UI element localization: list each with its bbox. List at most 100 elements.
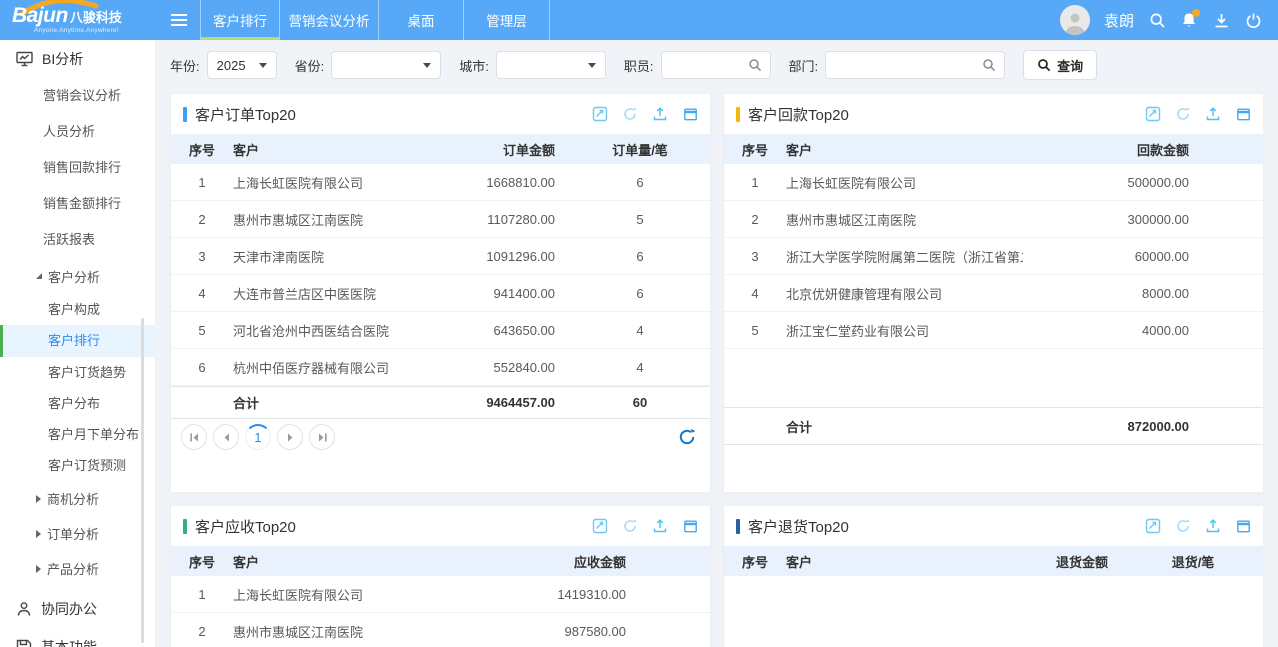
row-count: 6 — [570, 175, 710, 190]
pager-next-button[interactable] — [277, 424, 303, 450]
pager-prev-button[interactable] — [213, 424, 239, 450]
maximize-icon[interactable] — [1235, 518, 1251, 534]
maximize-icon[interactable] — [682, 106, 698, 122]
panel-customer-orders: 客户订单Top20 序号 客户 订单金额 订单量/笔 1 — [170, 93, 711, 493]
download-icon[interactable] — [1212, 11, 1230, 29]
brand-name-cn: 八骏科技 — [70, 7, 122, 26]
pager-current-page[interactable]: 1 — [245, 424, 271, 450]
row-amount: 60000.00 — [1023, 249, 1263, 264]
dept-input[interactable] — [825, 51, 1005, 79]
chart-view-icon[interactable] — [1145, 106, 1161, 122]
sidebar-item-customer-ranking[interactable]: 客户排行 — [0, 325, 155, 357]
refresh-icon[interactable] — [1175, 106, 1191, 122]
power-icon[interactable] — [1244, 11, 1262, 29]
sidebar-item-active-reports[interactable]: 活跃报表 — [0, 222, 155, 258]
sidebar-group-customer-analysis[interactable]: 客户分析 — [0, 258, 155, 294]
row-count: 6 — [570, 249, 710, 264]
refresh-icon[interactable] — [622, 106, 638, 122]
expanded-triangle-icon — [36, 273, 42, 279]
table-row: 5 河北省沧州中西医结合医院 643650.00 4 — [171, 312, 710, 349]
notification-bell-icon[interactable] — [1180, 11, 1198, 29]
query-button[interactable]: 查询 — [1023, 50, 1097, 80]
refresh-icon[interactable] — [1175, 518, 1191, 534]
sidebar-item-sales-payment-ranking[interactable]: 销售回款排行 — [0, 150, 155, 186]
sidebar-item-basic-functions[interactable]: 基本功能 — [0, 628, 155, 647]
collapsed-triangle-icon — [36, 495, 41, 503]
panel-title: 客户回款Top20 — [748, 104, 849, 125]
pager-first-button[interactable] — [181, 424, 207, 450]
top-navbar: Bajun 八骏科技 Anyone,Anytime,Anywhere! 客户排行… — [0, 0, 1278, 40]
table-header: 序号 客户 回款金额 — [724, 134, 1263, 164]
year-select[interactable]: 2025 — [207, 51, 277, 79]
year-label: 年份: — [170, 56, 200, 75]
row-index: 2 — [171, 212, 233, 227]
sidebar-item-marketing-meeting-analysis[interactable]: 营销会议分析 — [0, 78, 155, 114]
sidebar-item-customer-distribution[interactable]: 客户分布 — [0, 388, 155, 419]
sidebar-group-order-analysis[interactable]: 订单分析 — [0, 516, 155, 551]
row-customer: 北京优妍健康管理有限公司 — [786, 284, 1023, 303]
tab-marketing-meeting[interactable]: 营销会议分析 — [280, 0, 379, 40]
sidebar-item-personnel-analysis[interactable]: 人员分析 — [0, 114, 155, 150]
brand-logo[interactable]: Bajun 八骏科技 Anyone,Anytime,Anywhere! — [0, 0, 158, 40]
row-index: 3 — [724, 249, 786, 264]
row-customer: 大连市普兰店区中医医院 — [233, 284, 395, 303]
menu-icon[interactable] — [158, 0, 200, 40]
sidebar-item-sales-amount-ranking[interactable]: 销售金额排行 — [0, 186, 155, 222]
export-icon[interactable] — [652, 106, 668, 122]
row-count: 5 — [570, 212, 710, 227]
total-label: 合计 — [786, 417, 1023, 436]
tab-desktop[interactable]: 桌面 — [379, 0, 464, 40]
panel-accent-bar — [183, 519, 187, 534]
dept-input-field[interactable] — [834, 58, 982, 73]
chart-view-icon[interactable] — [592, 518, 608, 534]
export-icon[interactable] — [1205, 518, 1221, 534]
chart-view-icon[interactable] — [592, 106, 608, 122]
staff-input-field[interactable] — [670, 58, 748, 73]
row-index: 4 — [171, 286, 233, 301]
filter-bar: 年份: 2025 省份: 城市: 职员: 部门: — [170, 47, 1264, 83]
row-index: 5 — [171, 323, 233, 338]
row-count: 4 — [570, 323, 710, 338]
row-customer: 杭州中佰医疗器械有限公司 — [233, 358, 395, 377]
row-amount: 987580.00 — [470, 624, 710, 639]
row-amount: 941400.00 — [395, 286, 570, 301]
sidebar-scrollbar[interactable] — [141, 318, 144, 643]
table-row: 4 大连市普兰店区中医医院 941400.00 6 — [171, 275, 710, 312]
row-amount: 1668810.00 — [395, 175, 570, 190]
row-customer: 惠州市惠城区江南医院 — [233, 622, 470, 641]
sidebar-item-collaborative-office[interactable]: 协同办公 — [0, 590, 155, 628]
chart-view-icon[interactable] — [1145, 518, 1161, 534]
pager-last-button[interactable] — [309, 424, 335, 450]
panel-header: 客户回款Top20 — [724, 94, 1263, 134]
maximize-icon[interactable] — [1235, 106, 1251, 122]
province-select[interactable] — [331, 51, 441, 79]
chevron-down-icon — [423, 63, 431, 68]
sidebar-item-bi-analysis[interactable]: BI分析 — [0, 40, 155, 78]
table-row: 2 惠州市惠城区江南医院 300000.00 — [724, 201, 1263, 238]
staff-label: 职员: — [624, 56, 654, 75]
row-amount: 4000.00 — [1023, 323, 1263, 338]
sidebar-item-customer-composition[interactable]: 客户构成 — [0, 294, 155, 325]
export-icon[interactable] — [1205, 106, 1221, 122]
city-select[interactable] — [496, 51, 606, 79]
user-name[interactable]: 袁朗 — [1104, 10, 1134, 31]
export-icon[interactable] — [652, 518, 668, 534]
sidebar-group-product-analysis[interactable]: 产品分析 — [0, 551, 155, 586]
row-index: 6 — [171, 360, 233, 375]
table-row: 2 惠州市惠城区江南医院 1107280.00 5 — [171, 201, 710, 238]
tab-management[interactable]: 管理层 — [464, 0, 550, 40]
table-row: 3 浙江大学医学院附属第二医院（浙江省第二医院） 60000.00 — [724, 238, 1263, 275]
staff-input[interactable] — [661, 51, 771, 79]
maximize-icon[interactable] — [682, 518, 698, 534]
sidebar-item-customer-order-trend[interactable]: 客户订货趋势 — [0, 357, 155, 388]
refresh-icon[interactable] — [622, 518, 638, 534]
row-amount: 1091296.00 — [395, 249, 570, 264]
sidebar-item-customer-monthly-orders[interactable]: 客户月下单分布 — [0, 419, 155, 450]
sidebar-group-opportunity-analysis[interactable]: 商机分析 — [0, 481, 155, 516]
search-icon[interactable] — [1148, 11, 1166, 29]
bi-chart-icon — [16, 51, 33, 67]
avatar[interactable] — [1060, 5, 1090, 35]
tab-customer-ranking[interactable]: 客户排行 — [200, 0, 280, 40]
pager-refresh-icon[interactable] — [674, 424, 700, 450]
sidebar-item-customer-order-forecast[interactable]: 客户订货预测 — [0, 450, 155, 481]
